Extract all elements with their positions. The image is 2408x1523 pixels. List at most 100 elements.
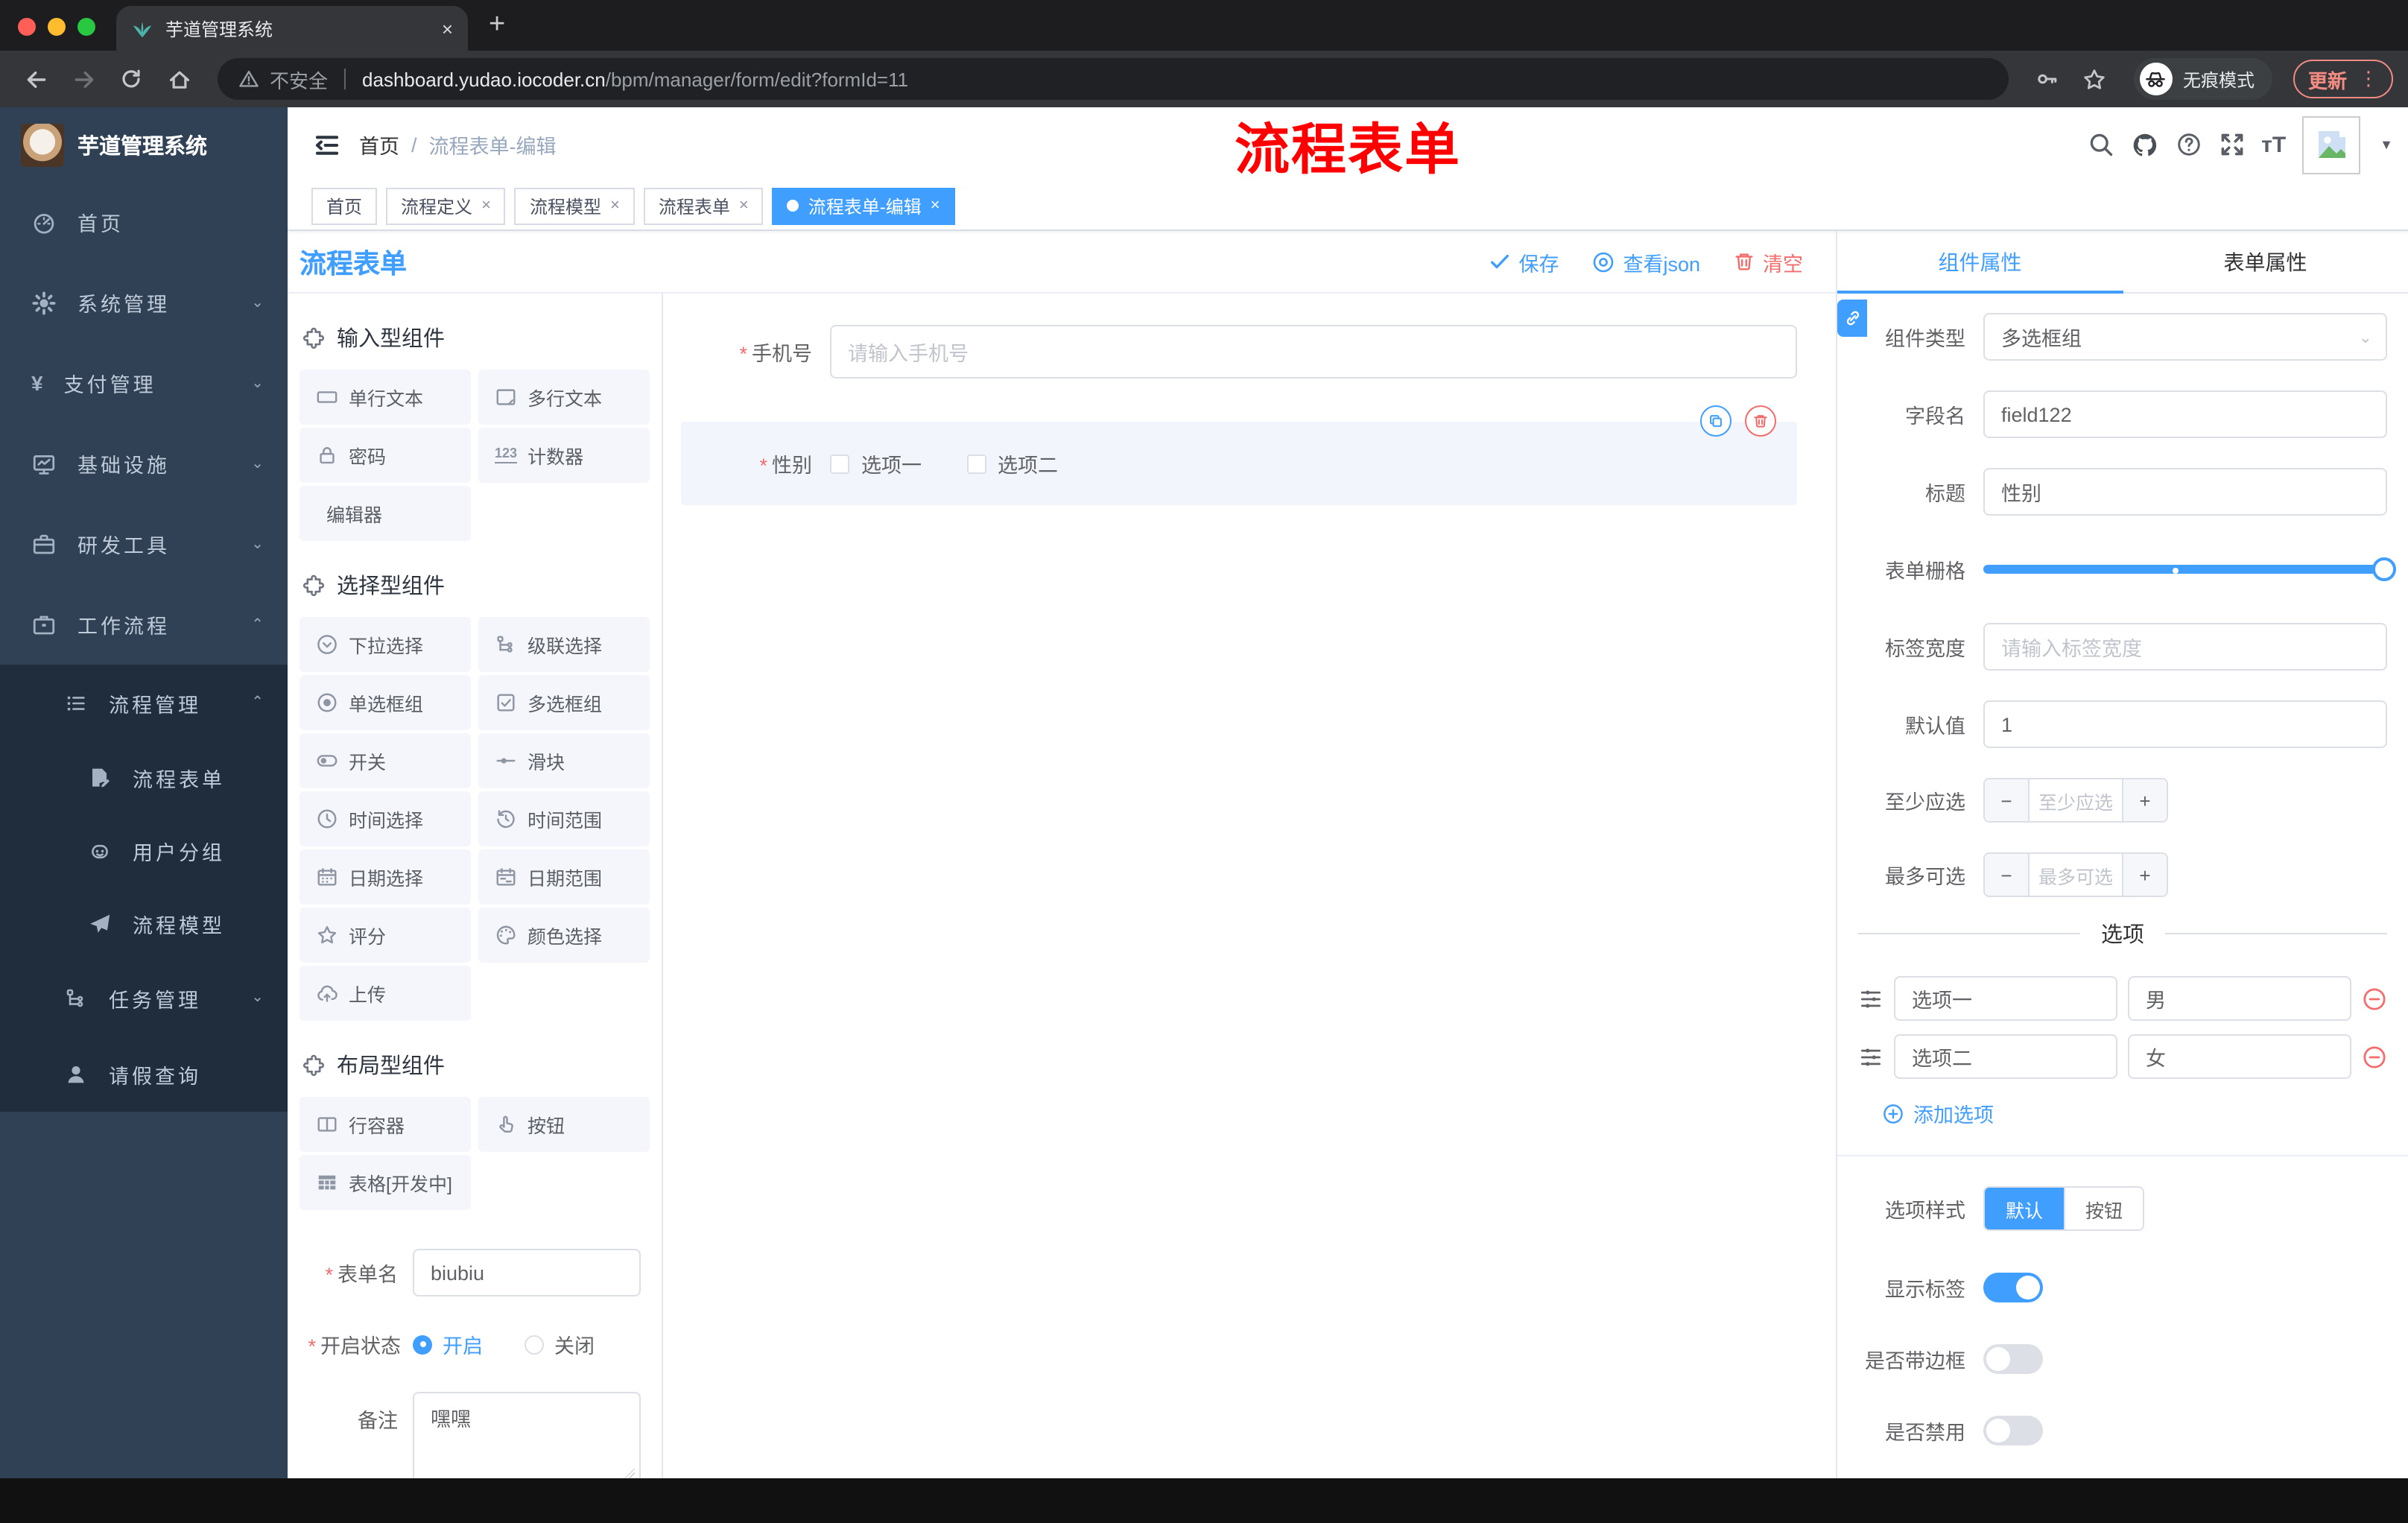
remark-textarea[interactable]: 嘿嘿	[413, 1392, 641, 1478]
plus-icon[interactable]: +	[2123, 779, 2167, 821]
home-icon[interactable]	[158, 58, 200, 100]
search-icon[interactable]	[2087, 131, 2114, 158]
close-icon[interactable]: ×	[931, 197, 940, 215]
palette-item-日期选择[interactable]: 日期选择	[300, 849, 471, 905]
sidebar-item-用户分组[interactable]: 用户分组	[0, 814, 288, 887]
tag-流程表单[interactable]: 流程表单 ×	[643, 187, 764, 224]
toggle-是否带边框[interactable]	[1983, 1344, 2043, 1374]
palette-item-编辑器[interactable]: 编辑器	[300, 486, 471, 541]
tag-流程模型[interactable]: 流程模型 ×	[514, 187, 635, 224]
phone-input[interactable]: 请输入手机号	[830, 325, 1797, 379]
title-input[interactable]: 性别	[1983, 468, 2387, 516]
min-select-placeholder[interactable]: 至少应选	[2028, 779, 2123, 821]
sidebar-item-首页[interactable]: 首页	[0, 182, 288, 262]
github-icon[interactable]	[2130, 130, 2158, 159]
palette-item-按钮[interactable]: 按钮	[478, 1097, 650, 1152]
field-name-input[interactable]: field122	[1983, 390, 2387, 438]
component-type-select[interactable]: 多选框组 ⌄	[1983, 313, 2387, 361]
close-icon[interactable]: ×	[739, 197, 749, 215]
browser-tab[interactable]: 芋道管理系统 ×	[116, 6, 468, 51]
tab-component-props[interactable]: 组件属性	[1837, 231, 2123, 294]
tag-首页[interactable]: 首页	[311, 187, 378, 224]
status-radio-off[interactable]: 关闭	[525, 1329, 595, 1359]
palette-item-开关[interactable]: 开关	[300, 733, 471, 788]
minus-icon[interactable]: −	[1985, 854, 2028, 896]
form-canvas[interactable]: 手机号 请输入手机号	[663, 294, 1836, 1478]
sidebar-item-流程管理[interactable]: 流程管理 ⌃	[0, 665, 288, 741]
palette-item-时间选择[interactable]: 时间选择	[300, 791, 471, 846]
slider-track[interactable]	[1983, 565, 2384, 574]
sidebar-item-工作流程[interactable]: 工作流程 ⌃	[0, 584, 288, 665]
sidebar-item-系统管理[interactable]: 系统管理 ⌄	[0, 262, 288, 343]
default-value-input[interactable]: 1	[1983, 700, 2387, 748]
gender-option-2[interactable]: 选项二	[966, 449, 1058, 478]
gender-option-1[interactable]: 选项一	[830, 449, 922, 478]
tag-流程定义[interactable]: 流程定义 ×	[386, 187, 506, 224]
min-select-stepper[interactable]: − 至少应选 +	[1983, 778, 2168, 823]
option-style-button[interactable]: 按钮	[2064, 1188, 2143, 1229]
drag-icon[interactable]	[1858, 986, 1883, 1011]
form-grid-slider[interactable]	[1983, 557, 2396, 581]
update-button[interactable]: 更新 ⋮	[2293, 60, 2393, 98]
checkbox-icon[interactable]	[966, 454, 986, 473]
tag-流程表单-编辑[interactable]: 流程表单-编辑 ×	[772, 187, 955, 224]
palette-item-滑块[interactable]: 滑块	[478, 733, 650, 788]
option-style-segmented[interactable]: 默认 按钮	[1983, 1186, 2144, 1231]
palette-item-下拉选择[interactable]: 下拉选择	[300, 617, 471, 672]
toggle-是否禁用[interactable]	[1983, 1416, 2043, 1446]
sidebar-item-任务管理[interactable]: 任务管理 ⌄	[0, 960, 288, 1036]
window-controls[interactable]	[0, 18, 116, 51]
save-button[interactable]: 保存	[1489, 247, 1559, 276]
sidebar-item-请假查询[interactable]: 请假查询	[0, 1036, 288, 1112]
sidebar-item-研发工具[interactable]: 研发工具 ⌄	[0, 504, 288, 584]
label-width-input[interactable]: 请输入标签宽度	[1983, 623, 2387, 671]
fullscreen-icon[interactable]	[2218, 131, 2245, 158]
palette-item-日期范围[interactable]: 日期范围	[478, 849, 650, 905]
minimize-window-button[interactable]	[48, 18, 66, 36]
view-json-button[interactable]: 查看json	[1591, 247, 1700, 276]
sidebar-item-流程表单[interactable]: 流程表单	[0, 741, 288, 814]
forward-icon[interactable]	[63, 58, 104, 100]
option-value-input[interactable]: 女	[2128, 1034, 2351, 1079]
toggle-显示标签[interactable]	[1983, 1273, 2043, 1302]
reload-icon[interactable]	[110, 58, 152, 100]
status-radio-on[interactable]: 开启	[413, 1329, 483, 1359]
delete-component-button[interactable]	[1745, 405, 1776, 437]
sidebar-item-支付管理[interactable]: ¥ 支付管理 ⌄	[0, 343, 288, 423]
palette-item-行容器[interactable]: 行容器	[300, 1097, 471, 1152]
option-value-input[interactable]: 男	[2128, 976, 2351, 1021]
remove-option-button[interactable]	[2362, 1044, 2387, 1069]
palette-item-上传[interactable]: 上传	[300, 966, 471, 1021]
close-icon[interactable]: ×	[610, 197, 620, 215]
sidebar-item-流程模型[interactable]: 流程模型	[0, 887, 288, 960]
option-style-default[interactable]: 默认	[1985, 1188, 2064, 1229]
option-name-input[interactable]: 选项二	[1894, 1034, 2117, 1079]
key-icon[interactable]	[2027, 58, 2068, 100]
close-window-button[interactable]	[18, 18, 36, 36]
caret-down-icon[interactable]: ▼	[2380, 137, 2393, 152]
clear-button[interactable]: 清空	[1733, 247, 1803, 276]
new-tab-button[interactable]: +	[489, 9, 505, 42]
selected-component-block[interactable]: 性别 选项一 选项二	[681, 405, 1797, 505]
link-icon[interactable]	[1837, 300, 1867, 337]
url-bar[interactable]: 不安全 dashboard.yudao.iocoder.cn/bpm/manag…	[218, 58, 2009, 100]
sidebar-logo[interactable]: 芋道管理系统	[0, 107, 288, 182]
avatar[interactable]	[2302, 115, 2361, 174]
max-select-placeholder[interactable]: 最多可选	[2028, 854, 2123, 896]
phone-field-row[interactable]: 手机号 请输入手机号	[681, 325, 1797, 379]
palette-item-单选框组[interactable]: 单选框组	[300, 675, 471, 730]
remove-option-button[interactable]	[2362, 986, 2387, 1011]
bookmark-star-icon[interactable]	[2074, 58, 2116, 100]
palette-item-多选框组[interactable]: 多选框组	[478, 675, 650, 730]
option-name-input[interactable]: 选项一	[1894, 976, 2117, 1021]
back-icon[interactable]	[15, 58, 57, 100]
tab-form-props[interactable]: 表单属性	[2123, 231, 2408, 292]
slider-handle[interactable]	[2372, 557, 2396, 581]
palette-item-时间范围[interactable]: 时间范围	[478, 791, 650, 846]
sidebar-item-基础设施[interactable]: 基础设施 ⌄	[0, 423, 288, 504]
palette-item-多行文本[interactable]: 多行文本	[478, 370, 650, 425]
plus-icon[interactable]: +	[2123, 854, 2167, 896]
palette-item-评分[interactable]: 评分	[300, 908, 471, 963]
tab-close-icon[interactable]: ×	[442, 17, 453, 39]
drag-icon[interactable]	[1858, 1044, 1883, 1069]
